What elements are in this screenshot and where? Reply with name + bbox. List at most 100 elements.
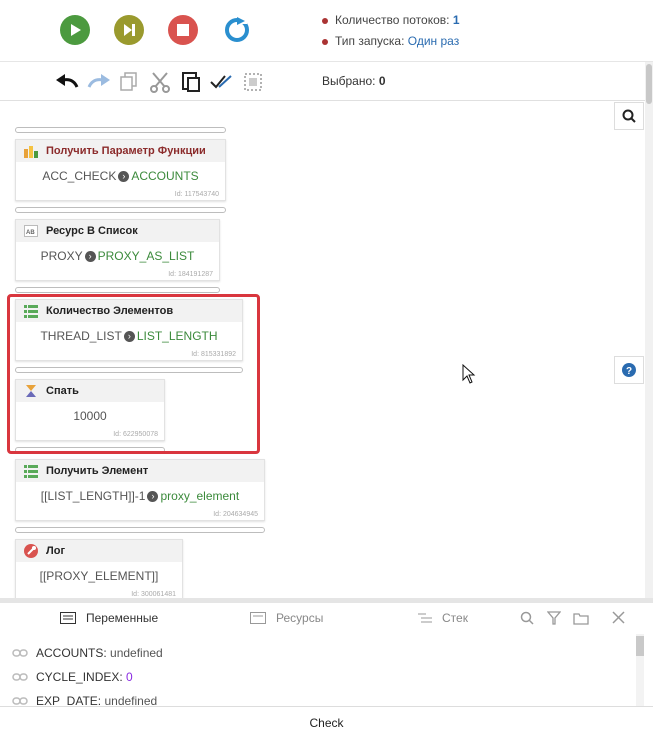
paste-button[interactable]: [179, 70, 203, 94]
undo-icon: [56, 74, 79, 88]
help-button[interactable]: ?: [614, 356, 644, 384]
help-icon: ?: [622, 363, 636, 377]
block-title: Ресурс В Список: [46, 225, 138, 237]
threads-label: Количество потоков:: [335, 13, 450, 27]
canvas-scrollbar[interactable]: [645, 62, 653, 598]
block-header: AB Ресурс В Список: [16, 220, 219, 242]
folder-button[interactable]: [573, 611, 589, 628]
variable-name: ACCOUNTS:: [36, 646, 107, 660]
redo-button[interactable]: [87, 70, 111, 94]
search-icon: [622, 109, 636, 123]
block-id: Id: 204634945: [213, 511, 258, 518]
copy-button[interactable]: [117, 70, 141, 94]
launch-value[interactable]: Один раз: [408, 34, 459, 48]
svg-text:AB: AB: [26, 230, 35, 236]
selection-box-icon: [244, 73, 262, 91]
block-log[interactable]: Лог [[PROXY_ELEMENT]] Id: 300061481: [15, 539, 183, 598]
block-resource-to-list[interactable]: AB Ресурс В Список PROXY › PROXY_AS_LIST I…: [15, 219, 220, 281]
block-header: Получить Элемент: [16, 460, 264, 482]
link-icon: [12, 649, 28, 657]
svg-text:?: ?: [626, 366, 632, 377]
block-input: PROXY: [40, 249, 83, 263]
resources-icon: [250, 612, 266, 624]
block-output: ACCOUNTS: [131, 169, 199, 183]
next-step-button[interactable]: [114, 15, 144, 45]
block-input: [[LIST_LENGTH]]-1: [40, 489, 146, 503]
tab-variables[interactable]: Переменные: [60, 611, 158, 625]
restart-button[interactable]: [222, 15, 252, 45]
variables-scrollbar-thumb[interactable]: [636, 636, 644, 656]
scissors-icon: [150, 72, 170, 93]
folder-icon: [573, 613, 589, 625]
block-separator[interactable]: [15, 527, 265, 533]
top-bar: Количество потоков: 1 Тип запуска: Один …: [0, 0, 653, 62]
filter-icon: [546, 611, 562, 625]
footer-label: Check: [309, 716, 344, 730]
threads-dot: [322, 17, 328, 24]
search-button[interactable]: [614, 102, 644, 130]
status-footer: Check: [0, 706, 653, 738]
block-title: Лог: [46, 545, 66, 557]
undo-button[interactable]: [55, 70, 79, 94]
tab-label: Ресурсы: [276, 611, 324, 625]
select-all-button[interactable]: [210, 70, 234, 94]
selected-label: Выбрано:: [322, 74, 376, 88]
variables-icon: [60, 612, 76, 624]
paste-icon: [182, 72, 200, 92]
block-body: ACC_CHECK › ACCOUNTS: [16, 162, 225, 183]
block-header: Лог: [16, 540, 182, 562]
tab-resources[interactable]: Ресурсы: [250, 611, 323, 625]
cut-button[interactable]: [148, 70, 172, 94]
arrow-right-icon: ›: [147, 491, 159, 503]
block-input: ACC_CHECK: [42, 169, 117, 183]
block-separator[interactable]: [15, 287, 220, 293]
script-canvas[interactable]: Получить Параметр Функции ACC_CHECK › ACCO…: [0, 101, 645, 598]
block-value: [[PROXY_ELEMENT]]: [39, 569, 159, 583]
block-title: Получить Параметр Функции: [46, 145, 206, 157]
variable-row[interactable]: CYCLE_INDEX: 0: [12, 670, 133, 684]
block-header: Получить Параметр Функции: [16, 140, 225, 162]
block-id: Id: 117543740: [174, 191, 219, 198]
variable-value: 0: [126, 670, 133, 684]
block-id: Id: 184191287: [168, 271, 213, 278]
stop-button[interactable]: [168, 15, 198, 45]
redo-icon: [87, 74, 110, 88]
block-id: Id: 300061481: [131, 591, 176, 598]
selected-count: Выбрано: 0: [322, 74, 386, 88]
arrow-right-icon: ›: [118, 171, 130, 183]
play-button[interactable]: [60, 15, 90, 45]
panel-search-button[interactable]: [520, 611, 534, 628]
close-panel-button[interactable]: [612, 611, 625, 627]
block-output: PROXY_AS_LIST: [97, 249, 195, 263]
block-output: proxy_element: [160, 489, 240, 503]
refresh-icon: [225, 17, 249, 42]
block-title: Получить Элемент: [46, 465, 149, 477]
tab-label: Стек: [442, 611, 468, 625]
variable-value: undefined: [110, 646, 163, 660]
resource-list-icon: AB: [24, 224, 38, 238]
filter-button[interactable]: [546, 611, 562, 628]
search-icon: [520, 611, 534, 625]
list-icon: [24, 464, 38, 478]
block-separator[interactable]: [15, 127, 226, 133]
threads-value: 1: [452, 13, 460, 27]
block-separator[interactable]: [15, 207, 226, 213]
wrench-icon: [24, 544, 38, 558]
block-get-function-param[interactable]: Получить Параметр Функции ACC_CHECK › ACCO…: [15, 139, 226, 201]
selected-value: 0: [378, 74, 386, 88]
variable-name: CYCLE_INDEX:: [36, 670, 123, 684]
block-get-element[interactable]: Получить Элемент [[LIST_LENGTH]]-1 › proxy…: [15, 459, 265, 521]
launch-dot: [322, 38, 328, 45]
stop-icon: [177, 24, 189, 36]
launch-label: Тип запуска:: [335, 34, 405, 48]
tab-label: Переменные: [86, 611, 159, 625]
tab-stack[interactable]: Стек: [418, 611, 468, 625]
mouse-cursor-icon: [462, 363, 476, 387]
deselect-button[interactable]: [241, 70, 265, 94]
variable-row[interactable]: ACCOUNTS: undefined: [12, 646, 163, 660]
block-body: [[LIST_LENGTH]]-1 › proxy_element: [16, 482, 264, 503]
launch-type: Тип запуска: Один раз: [322, 34, 459, 48]
copy-icon: [120, 72, 137, 91]
double-check-icon: [210, 75, 232, 89]
canvas-scrollbar-thumb[interactable]: [646, 64, 652, 104]
